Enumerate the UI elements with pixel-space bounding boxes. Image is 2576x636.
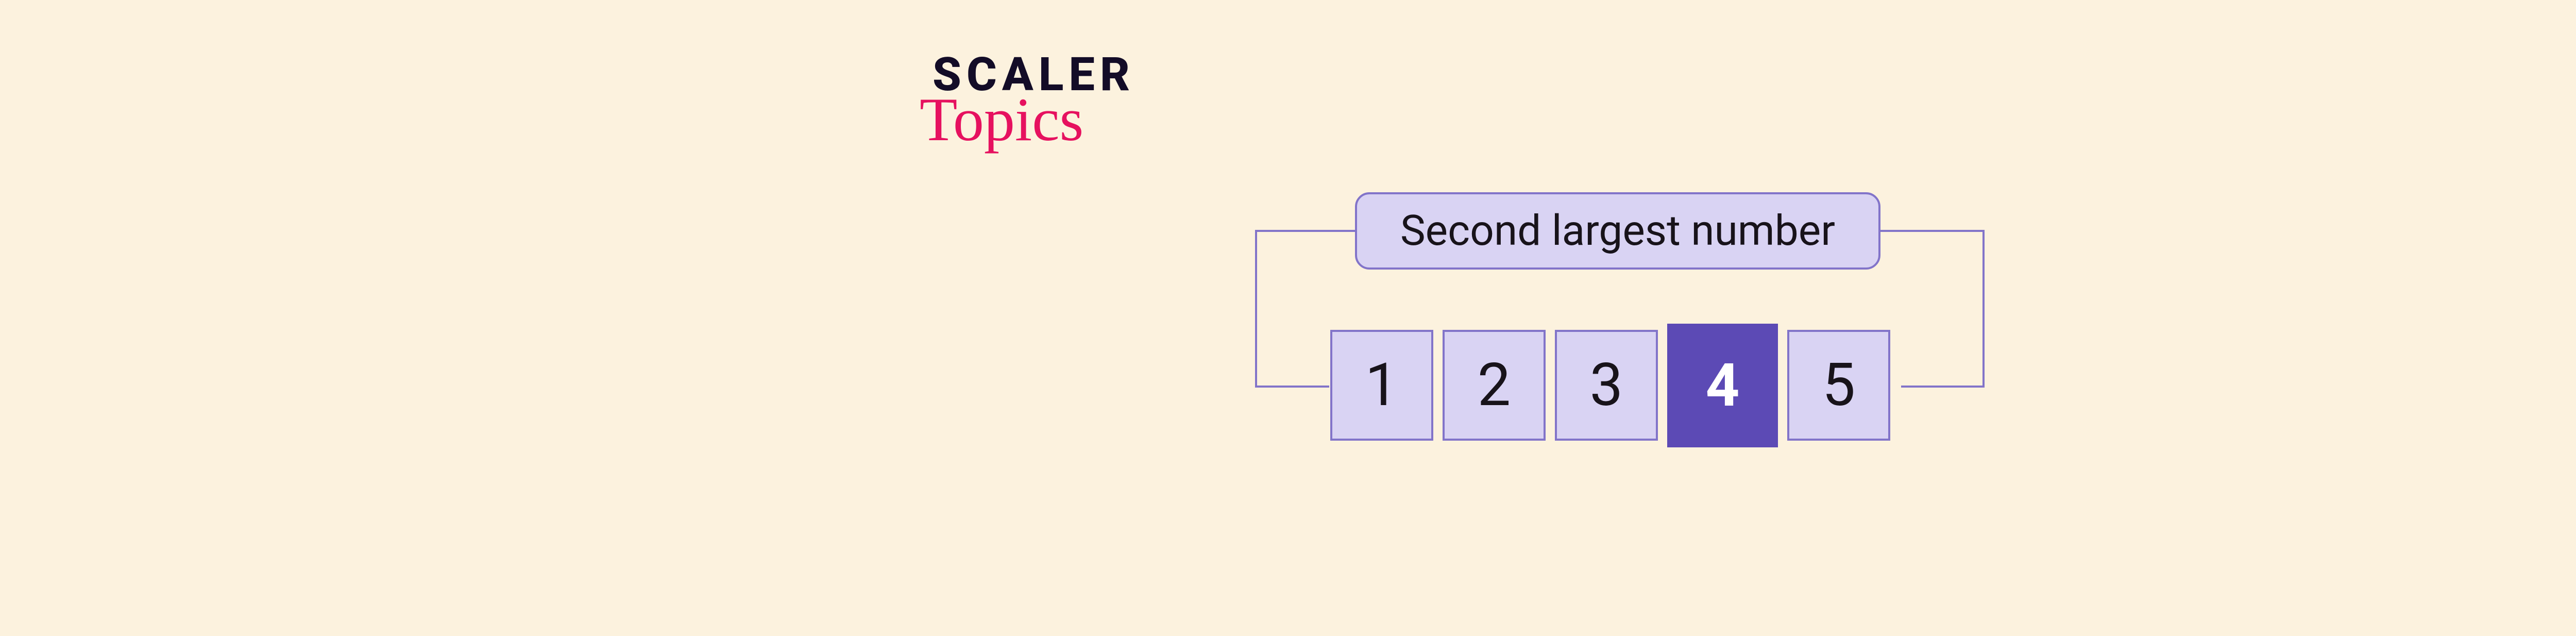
connector-right (1880, 227, 1989, 392)
array-cell-2: 3 (1555, 330, 1658, 441)
brand-logo: SCALER Topics (933, 52, 1135, 150)
title-text: Second largest number (1400, 206, 1835, 256)
title-label: Second largest number (1355, 192, 1880, 270)
array-cell-0: 1 (1330, 330, 1433, 441)
array-cell-1: 2 (1443, 330, 1546, 441)
array-row: 1 2 3 4 5 (1330, 330, 1890, 447)
array-cell-4: 5 (1787, 330, 1890, 441)
array-cell-3-highlight: 4 (1667, 324, 1778, 447)
diagram-canvas: SCALER Topics Second largest number 1 2 … (0, 0, 2576, 636)
